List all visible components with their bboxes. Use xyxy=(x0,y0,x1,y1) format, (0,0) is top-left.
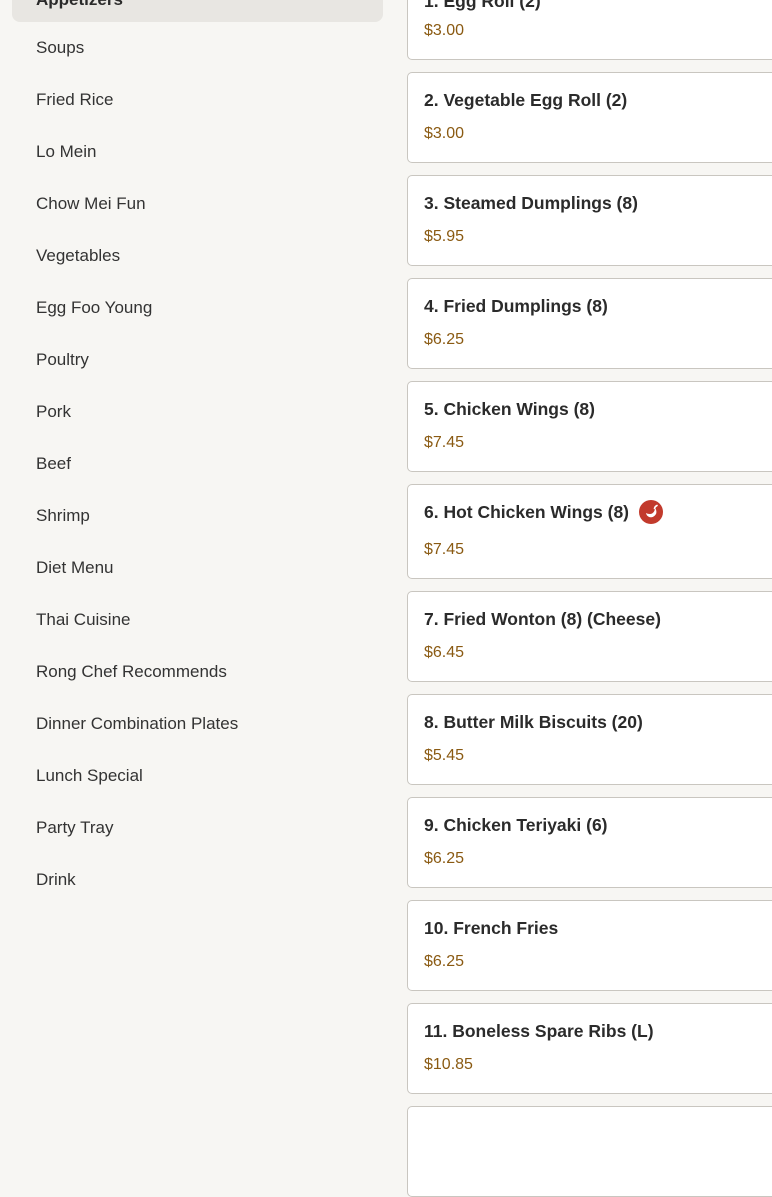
menu-item-card[interactable]: 10. French Fries $6.25 xyxy=(407,900,772,991)
menu-item-name: 8. Butter Milk Biscuits (20) xyxy=(424,711,643,732)
menu-item-name: 3. Steamed Dumplings (8) xyxy=(424,192,638,213)
menu-item-name: 9. Chicken Teriyaki (6) xyxy=(424,814,608,835)
sidebar-item-shrimp[interactable]: Shrimp xyxy=(12,494,383,538)
menu-item-price: $5.45 xyxy=(424,747,465,764)
menu-item-price: $6.25 xyxy=(424,953,465,970)
menu-item-card[interactable]: 5. Chicken Wings (8) $7.45 xyxy=(407,381,772,472)
sidebar-item-dinner-combination-plates[interactable]: Dinner Combination Plates xyxy=(12,702,383,746)
menu-item-card[interactable]: 11. Boneless Spare Ribs (L) $10.85 xyxy=(407,1003,772,1094)
sidebar-item-appetizers[interactable]: Appetizers xyxy=(12,0,383,22)
menu-item-card[interactable]: 4. Fried Dumplings (8) $6.25 xyxy=(407,278,772,369)
sidebar-item-thai-cuisine[interactable]: Thai Cuisine xyxy=(12,598,383,642)
menu-item-price: $6.25 xyxy=(424,331,465,348)
menu-item-card[interactable]: 1. Egg Roll (2) $3.00 xyxy=(407,0,772,60)
spicy-icon xyxy=(639,500,664,524)
menu-item-name: 11. Boneless Spare Ribs (L) xyxy=(424,1020,654,1041)
sidebar-item-diet-menu[interactable]: Diet Menu xyxy=(12,546,383,590)
menu-item-name: 5. Chicken Wings (8) xyxy=(424,398,595,419)
menu-item-name: 7. Fried Wonton (8) (Cheese) xyxy=(424,608,661,629)
sidebar-item-rong-chef-recommends[interactable]: Rong Chef Recommends xyxy=(12,650,383,694)
menu-item-card[interactable]: 2. Vegetable Egg Roll (2) $3.00 xyxy=(407,72,772,163)
sidebar-item-lunch-special[interactable]: Lunch Special xyxy=(12,754,383,798)
sidebar-item-drink[interactable]: Drink xyxy=(12,858,383,902)
menu-item-card[interactable]: 8. Butter Milk Biscuits (20) $5.45 xyxy=(407,694,772,785)
sidebar-item-party-tray[interactable]: Party Tray xyxy=(12,806,383,850)
menu-item-price: $7.45 xyxy=(424,541,465,558)
menu-item-price: $10.85 xyxy=(424,1056,473,1073)
menu-item-price: $3.00 xyxy=(424,22,465,39)
sidebar-item-lo-mein[interactable]: Lo Mein xyxy=(12,130,383,174)
sidebar-item-beef[interactable]: Beef xyxy=(12,442,383,486)
menu-item-price: $7.45 xyxy=(424,434,465,451)
sidebar-item-fried-rice[interactable]: Fried Rice xyxy=(12,78,383,122)
menu-item-name: 1. Egg Roll (2) xyxy=(424,0,541,11)
sidebar-item-poultry[interactable]: Poultry xyxy=(12,338,383,382)
sidebar-item-vegetables[interactable]: Vegetables xyxy=(12,234,383,278)
menu-item-price: $5.95 xyxy=(424,228,465,245)
sidebar-item-egg-foo-young[interactable]: Egg Foo Young xyxy=(12,286,383,330)
menu-item-price: $6.25 xyxy=(424,850,465,867)
menu-item-name: 2. Vegetable Egg Roll (2) xyxy=(424,89,628,110)
sidebar-item-soups[interactable]: Soups xyxy=(12,26,383,70)
menu-item-name: 4. Fried Dumplings (8) xyxy=(424,295,608,316)
menu-item-price: $3.00 xyxy=(424,125,465,142)
menu-item-card[interactable]: 3. Steamed Dumplings (8) $5.95 xyxy=(407,175,772,266)
menu-item-name: 10. French Fries xyxy=(424,917,559,938)
menu-item-card[interactable]: 6. Hot Chicken Wings (8) $7.45 xyxy=(407,484,772,579)
sidebar-item-pork[interactable]: Pork xyxy=(12,390,383,434)
menu-item-name: 6. Hot Chicken Wings (8) xyxy=(424,499,664,525)
category-sidebar: Appetizers Soups Fried Rice Lo Mein Chow… xyxy=(0,0,395,1114)
menu-item-card[interactable]: 9. Chicken Teriyaki (6) $6.25 xyxy=(407,797,772,888)
menu-item-price: $6.45 xyxy=(424,644,465,661)
menu-item-card[interactable]: 7. Fried Wonton (8) (Cheese) $6.45 xyxy=(407,591,772,682)
menu-item-card[interactable] xyxy=(407,1106,772,1197)
sidebar-item-chow-mei-fun[interactable]: Chow Mei Fun xyxy=(12,182,383,226)
menu-item-list: 1. Egg Roll (2) $3.00 2. Vegetable Egg R… xyxy=(407,0,772,1197)
